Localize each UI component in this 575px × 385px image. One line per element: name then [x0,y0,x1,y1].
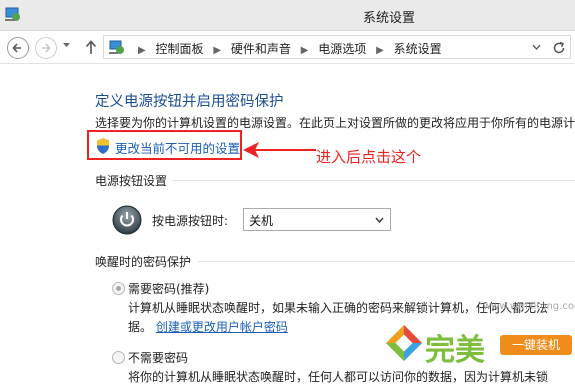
navigation-bar: ▶ 控制面板 ▶ 硬件和声音 ▶ 电源选项 ▶ 系统设置 [0,31,575,64]
refresh-icon[interactable] [551,40,567,56]
section-divider [172,180,575,181]
section-divider [198,261,575,262]
no-password-radio[interactable] [112,351,125,364]
breadcrumb-separator-icon[interactable]: ▶ [301,45,309,56]
title-bar: 系统设置 [0,0,575,31]
power-button-action-select[interactable]: 关机 [243,208,391,231]
power-button-label: 按电源按钮时: [152,214,229,228]
require-password-radio[interactable] [112,282,125,295]
watermark-brand: 完美 [425,333,485,368]
description-text: 据。 [128,320,153,334]
power-icon [112,205,142,235]
power-button-section-title: 电源按钮设置 [95,174,168,188]
annotation-text: 进入后点击这个 [316,148,422,166]
breadcrumb-item[interactable]: 控制面板 [156,40,204,57]
annotation-arrow-icon [243,142,316,158]
address-history-chevron-icon[interactable] [532,44,541,50]
address-bar[interactable]: ▶ 控制面板 ▶ 硬件和声音 ▶ 电源选项 ▶ 系统设置 [103,35,571,59]
breadcrumb-item[interactable]: 硬件和声音 [231,40,291,57]
breadcrumb-separator-icon: ▶ [138,45,146,56]
require-password-description-tail: 据。 创建或更改用户帐户密码 [128,318,288,335]
up-arrow-icon[interactable] [84,39,98,55]
radio-selected-dot [116,286,121,291]
chevron-down-icon [375,217,384,223]
breadcrumb-item[interactable]: 电源选项 [318,40,366,57]
recent-locations-chevron-icon[interactable] [62,42,71,48]
control-panel-icon [109,40,124,54]
require-password-label: 需要密码(推荐) [128,282,210,296]
watermark-tag: 一键装机 [500,335,572,355]
create-change-password-link[interactable]: 创建或更改用户帐户密码 [156,320,288,334]
watermark-logo-icon [386,325,422,361]
annotation-highlight-box [87,130,242,160]
forward-button[interactable] [35,37,57,59]
window-title: 系统设置 [363,11,416,26]
page-title: 定义电源按钮并启用密码保护 [95,94,284,110]
breadcrumb-separator-icon[interactable]: ▶ [213,45,221,56]
control-panel-icon [5,7,20,21]
no-password-description: 将你的计算机从睡眠状态唤醒时，任何人都可以访问你的数据，因为计算机未锁 [128,370,549,384]
no-password-label: 不需要密码 [128,351,189,365]
power-button-action-value: 关机 [249,214,274,228]
page-description: 选择要为你的计算机设置的电源设置。在此页上对设置所做的更改将应用于你所有的电源计 [95,116,575,130]
wake-password-section-title: 唤醒时的密码保护 [95,255,192,269]
breadcrumb: ▶ 控制面板 ▶ 硬件和声音 ▶ 电源选项 ▶ 系统设置 [132,40,442,57]
watermark-url: www.wmxitong.com [483,301,575,312]
breadcrumb-item[interactable]: 系统设置 [394,40,442,57]
breadcrumb-separator-icon[interactable]: ▶ [376,45,384,56]
back-arrow-icon [12,43,21,53]
back-button[interactable] [7,37,29,59]
forward-arrow-icon [42,43,51,53]
